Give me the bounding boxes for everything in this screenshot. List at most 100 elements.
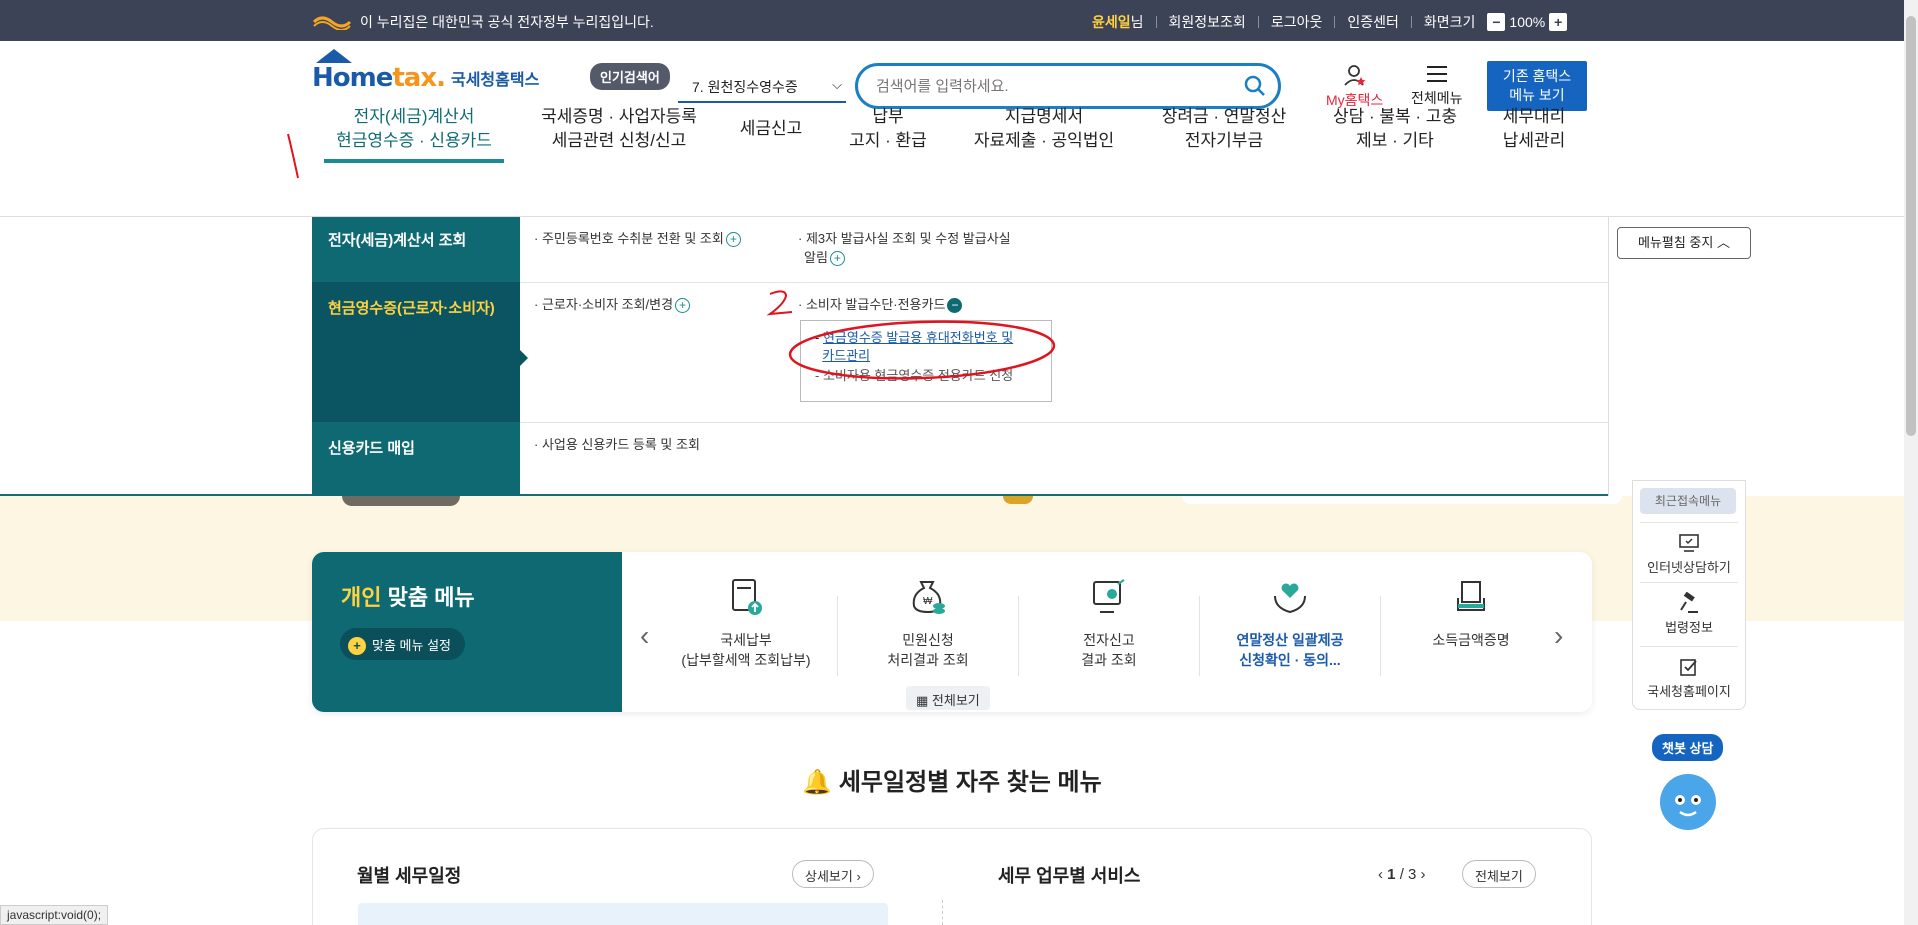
gnb-label-line1: 세무대리 bbox=[1502, 107, 1566, 126]
personal-view-all-button[interactable]: ▦ 전체보기 bbox=[906, 686, 990, 710]
submenu-item-phone-card[interactable]: - 현금영수증 발급용 휴대전화번호 및 카드관리 bbox=[815, 329, 1051, 365]
prev-page-icon[interactable]: ‹ bbox=[1378, 866, 1383, 883]
calendar-box bbox=[358, 903, 888, 925]
personal-item-income-cert[interactable]: 소득금액증명 bbox=[1381, 576, 1561, 650]
all-menu-button[interactable]: 전체메뉴 bbox=[1411, 63, 1463, 108]
quick-divider bbox=[1640, 522, 1738, 523]
collapse-minus-icon[interactable]: − bbox=[947, 298, 963, 314]
personal-item-yearend-consent[interactable]: 연말정산 일괄제공 신청확인 · 동의... bbox=[1200, 576, 1380, 670]
gnb-label-line2: 세금관련 신청/신고 bbox=[551, 131, 687, 150]
house-roof-icon bbox=[316, 49, 352, 63]
hero-pill bbox=[342, 496, 460, 506]
old-site-button[interactable]: 기존 홈택스 메뉴 보기 bbox=[1487, 61, 1587, 111]
personal-menu-title-rest: 맞춤 메뉴 bbox=[381, 585, 475, 610]
service-pager: ‹ 1 / 3 › bbox=[1378, 866, 1426, 883]
recent-menu-button[interactable]: 최근접속메뉴 bbox=[1640, 488, 1736, 514]
menu-link-rrn-convert[interactable]: · 주민등록번호 수취분 전환 및 조회 + bbox=[534, 229, 741, 248]
personal-item-label-2: 결과 조회 bbox=[1081, 652, 1137, 668]
gnb-payment[interactable]: 납부 고지 · 환급 bbox=[838, 105, 938, 153]
submenu-link-dedicated-card: 소비자용 현금영수증 전용카드 신청 bbox=[822, 368, 1014, 383]
cert-center-link[interactable]: 인증센터 bbox=[1347, 12, 1399, 32]
gnb-label-line1: 세금신고 bbox=[739, 119, 803, 138]
personal-item-label-2: (납부할세액 조회납부) bbox=[681, 652, 811, 668]
menu-link-label: · 주민등록번호 수취분 전환 및 조회 bbox=[534, 231, 724, 246]
my-hometax-button[interactable]: My홈택스 bbox=[1326, 63, 1383, 110]
scrollbar-thumb[interactable] bbox=[1906, 16, 1916, 436]
hero-search-pill bbox=[1182, 496, 1622, 504]
personal-menu-title-highlight: 개인 bbox=[341, 585, 382, 610]
hometax-logo[interactable]: Hometax. 국세청홈택스 bbox=[312, 49, 539, 93]
quick-item-label: 인터넷상담하기 bbox=[1647, 560, 1731, 575]
popular-search-dropdown[interactable]: 7. 원천징수영수증 ⌵ bbox=[678, 71, 846, 103]
expand-plus-icon[interactable]: + bbox=[675, 298, 691, 314]
logo-home: Hometax. bbox=[312, 63, 446, 93]
gov-notice-text: 이 누리집은 대한민국 공식 전자정부 누리집입니다. bbox=[360, 14, 654, 30]
gov-notice-bar: 이 누리집은 대한민국 공식 전자정부 누리집입니다. 윤세일 님 회원정보조회… bbox=[0, 0, 1918, 41]
heart-hands-icon bbox=[1274, 583, 1306, 614]
zoom-in-button[interactable]: + bbox=[1549, 13, 1568, 31]
gnb-etax-cash-card[interactable]: 전자(세금)계산서 현금영수증 · 신용카드 bbox=[324, 105, 504, 163]
menu-link-business-card[interactable]: · 사업용 신용카드 등록 및 조회 bbox=[534, 435, 700, 454]
plus-circle-icon: + bbox=[348, 637, 366, 655]
main-nav: 전자(세금)계산서 현금영수증 · 신용카드 국세증명 · 사업자등록 세금관련… bbox=[0, 105, 1904, 175]
search-input[interactable] bbox=[876, 66, 1216, 106]
chevron-right-icon: › bbox=[856, 869, 861, 884]
row-divider bbox=[520, 422, 1608, 423]
chatbot-button[interactable]: 챗봇 상담 bbox=[1652, 734, 1724, 761]
gnb-label-line2: 자료제출 · 공익법인 bbox=[973, 131, 1115, 150]
personal-item-e-filing-result[interactable]: 전자신고 결과 조회 bbox=[1019, 576, 1199, 670]
gnb-payment-statement[interactable]: 지급명세서 자료제출 · 공익법인 bbox=[964, 105, 1124, 153]
quick-item-nts-homepage[interactable]: 국세청홈페이지 bbox=[1632, 656, 1746, 700]
quick-item-law-info[interactable]: 법령정보 bbox=[1632, 591, 1746, 636]
menu-link-third-party[interactable]: · 제3자 발급사실 조회 및 수정 발급사실 알림 + bbox=[798, 229, 1011, 267]
old-site-line2: 메뉴 보기 bbox=[1509, 87, 1565, 103]
schedule-title-text: 세무일정별 자주 찾는 메뉴 bbox=[838, 769, 1102, 796]
divider bbox=[1257, 16, 1259, 28]
menu-link-consumer-card[interactable]: · 소비자 발급수단·전용카드 − bbox=[798, 295, 963, 314]
gov-notice: 이 누리집은 대한민국 공식 전자정부 누리집입니다. bbox=[312, 12, 654, 32]
gnb-tax-report[interactable]: 세금신고 bbox=[730, 117, 812, 141]
service-view-all-button[interactable]: 전체보기 bbox=[1462, 860, 1536, 888]
menu-link-label: · 사업용 신용카드 등록 및 조회 bbox=[534, 437, 700, 452]
chevron-left-icon[interactable]: ‹ bbox=[640, 620, 649, 652]
chevron-up-icon: ︿ bbox=[1716, 235, 1730, 250]
printer-doc-icon bbox=[1457, 581, 1485, 611]
expand-plus-icon[interactable]: + bbox=[829, 251, 845, 267]
submenu-link-phone-card-2[interactable]: 카드관리 bbox=[822, 348, 870, 363]
schedule-detail-button[interactable]: 상세보기 › bbox=[792, 860, 874, 888]
gnb-tax-agent[interactable]: 세무대리 납세관리 bbox=[1494, 105, 1574, 153]
mega-cat-credit-card[interactable]: 신용카드 매입 bbox=[312, 437, 520, 458]
mega-cat-cash-receipt[interactable]: 현금영수증(근로자·소비자) bbox=[312, 297, 520, 318]
mega-cat-bg bbox=[312, 422, 520, 497]
mega-cat-etax-inquiry[interactable]: 전자(세금)계산서 조회 bbox=[312, 229, 520, 250]
logout-link[interactable]: 로그아웃 bbox=[1271, 12, 1323, 32]
page-scrollbar[interactable] bbox=[1904, 0, 1918, 925]
page-current: 1 bbox=[1387, 866, 1396, 883]
gnb-label-line1: 국세증명 · 사업자등록 bbox=[541, 107, 697, 126]
quick-divider bbox=[1640, 582, 1738, 583]
submenu-link-phone-card[interactable]: 현금영수증 발급용 휴대전화번호 및 bbox=[823, 330, 1013, 345]
gnb-consult-appeal[interactable]: 상담 · 불복 · 고충 제보 · 기타 bbox=[1320, 105, 1470, 153]
gnb-incentive-yearend[interactable]: 장려금 · 연말정산 전자기부금 bbox=[1150, 105, 1298, 153]
stop-menu-expand-button[interactable]: 메뉴펼침 중지 ︿ bbox=[1617, 227, 1751, 259]
member-info-link[interactable]: 회원정보조회 bbox=[1169, 12, 1246, 32]
schedule-section-title: 🔔 세무일정별 자주 찾는 메뉴 bbox=[0, 762, 1904, 797]
personal-menu-setting-button[interactable]: + 맞춤 메뉴 설정 bbox=[340, 628, 465, 660]
menu-link-worker-consumer[interactable]: · 근로자·소비자 조회/변경 + bbox=[534, 295, 691, 314]
next-page-icon[interactable]: › bbox=[1421, 866, 1426, 883]
personal-item-label-1: 국세납부 bbox=[720, 632, 772, 648]
zoom-out-button[interactable]: − bbox=[1487, 13, 1506, 31]
gnb-certificate-registration[interactable]: 국세증명 · 사업자등록 세금관련 신청/신고 bbox=[534, 105, 704, 153]
selected-pointer-icon bbox=[520, 350, 528, 366]
submenu-item-dedicated-card[interactable]: - 소비자용 현금영수증 전용카드 신청 bbox=[815, 367, 1051, 385]
search-icon[interactable] bbox=[1244, 75, 1266, 97]
zoom-level: 100% bbox=[1509, 14, 1546, 30]
quick-item-online-consult[interactable]: 인터넷상담하기 bbox=[1632, 532, 1746, 576]
hamburger-icon bbox=[1426, 66, 1447, 82]
chatbot-mascot-icon[interactable] bbox=[1660, 774, 1716, 830]
monthly-schedule-title: 월별 세무일정 bbox=[357, 866, 462, 886]
personal-item-tax-payment[interactable]: 국세납부 (납부할세액 조회납부) bbox=[656, 576, 836, 670]
personal-item-civil-result[interactable]: ₩ 민원신청 처리결과 조회 bbox=[838, 576, 1018, 670]
expand-plus-icon[interactable]: + bbox=[725, 232, 741, 248]
document-upload-icon bbox=[732, 579, 762, 615]
